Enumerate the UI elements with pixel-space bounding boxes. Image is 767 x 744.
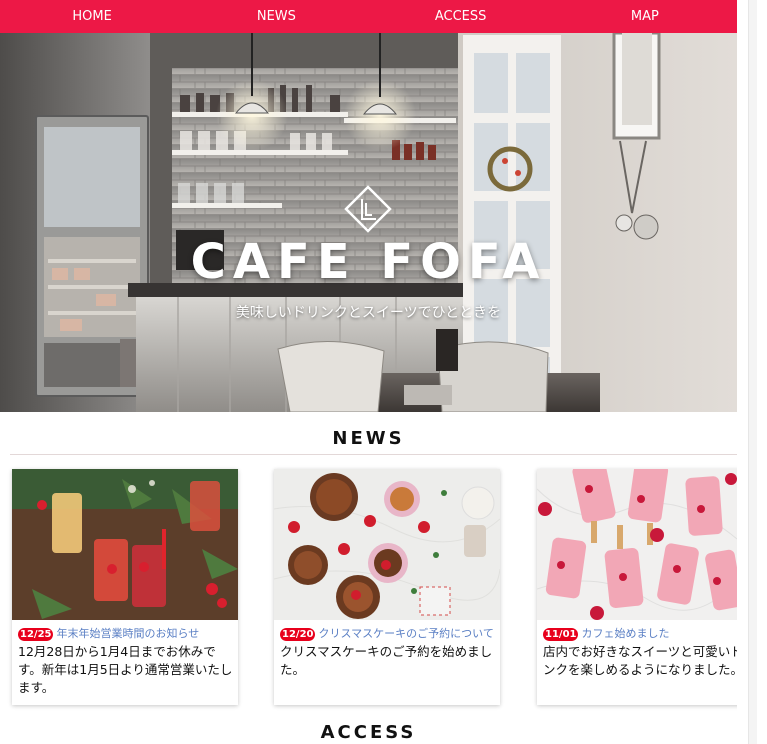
nav-news-link[interactable]: NEWS xyxy=(184,0,368,33)
news-card[interactable]: 12/25 年末年始営業時間のお知らせ 12月28日から1月4日までお休みです。新… xyxy=(12,469,238,705)
news-date-badge: 12/20 xyxy=(280,628,316,641)
news-card[interactable]: 12/20 クリスマスケーキのご予約について クリスマスケーキのご予約を始めました… xyxy=(274,469,500,705)
nav-map-link[interactable]: MAP xyxy=(553,0,737,33)
global-nav: HOME NEWS ACCESS MAP xyxy=(0,0,737,33)
hero-banner: CAFE FOFA 美味しいドリンクとスイーツでひとときを xyxy=(0,33,737,412)
page-right-margin xyxy=(737,0,767,744)
hero-title: CAFE FOFA xyxy=(190,234,547,290)
news-card-image xyxy=(274,469,500,620)
news-card[interactable]: 11/01 カフェ始めました 店内でお好きなスイーツと可愛いドリンクを楽しめるよう… xyxy=(537,469,763,705)
news-headline-link[interactable]: カフェ始めました xyxy=(581,627,669,640)
news-body-text: 店内でお好きなスイーツと可愛いドリンクを楽しめるようになりました。 xyxy=(543,644,756,677)
news-headline-link[interactable]: 年末年始営業時間のお知らせ xyxy=(56,627,199,640)
news-date-badge: 11/01 xyxy=(543,628,579,641)
news-section-heading: NEWS xyxy=(332,428,405,449)
news-divider xyxy=(10,454,737,455)
news-body-text: 12月28日から1月4日までお休みです。新年は1月5日より通常営業いたします。 xyxy=(18,644,233,695)
news-date-badge: 12/25 xyxy=(18,628,54,641)
cafe-logo-icon xyxy=(344,185,392,233)
hero-tagline: 美味しいドリンクとスイーツでひとときを xyxy=(235,305,502,321)
news-body-text: クリスマスケーキのご予約を始めました。 xyxy=(280,644,493,677)
news-card-image xyxy=(12,469,238,620)
nav-access-link[interactable]: ACCESS xyxy=(369,0,553,33)
page-scrollbar[interactable] xyxy=(748,0,757,744)
news-card-image xyxy=(537,469,763,620)
access-section-heading: ACCESS xyxy=(320,722,417,743)
news-headline-link[interactable]: クリスマスケーキのご予約について xyxy=(318,627,493,640)
nav-home-link[interactable]: HOME xyxy=(0,0,184,33)
